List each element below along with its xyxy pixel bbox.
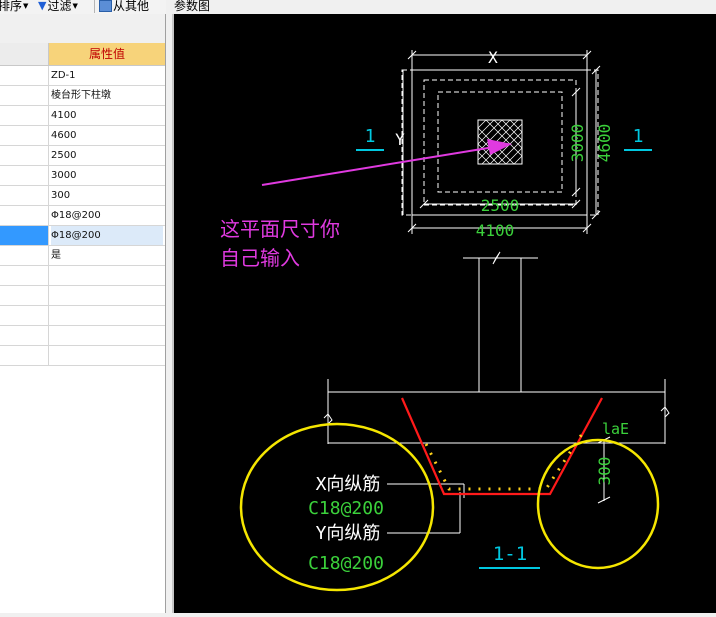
parameter-drawing-canvas: X Y 2500 4100 3000 4600 1 1 这平面尺寸你 自己输入	[172, 14, 716, 613]
property-value-cell[interactable]: 4600	[51, 126, 163, 145]
property-row[interactable]: 2500	[0, 146, 165, 166]
property-value-cell[interactable]: Φ18@200	[51, 206, 163, 225]
property-name-cell[interactable]	[0, 326, 49, 345]
property-name-cell[interactable]	[0, 306, 49, 325]
property-name-cell[interactable]	[0, 106, 49, 125]
property-grid-header: 属性值	[0, 43, 165, 66]
property-row[interactable]	[0, 286, 165, 306]
annotation-arrow	[261, 139, 512, 186]
property-value-cell[interactable]	[51, 326, 163, 345]
rebar-x-label: X向纵筋	[316, 474, 381, 495]
property-value-column-header[interactable]: 属性值	[49, 43, 165, 65]
property-value-cell[interactable]: 是	[51, 246, 163, 265]
dim-y-text: Y	[395, 130, 405, 149]
property-value-cell[interactable]: 棱台形下柱墩	[51, 86, 163, 105]
section-mark-left-text: 1	[365, 126, 376, 147]
section-title-text: 1-1	[493, 543, 527, 565]
property-row[interactable]: 3000	[0, 166, 165, 186]
property-row[interactable]: Φ18@200	[0, 226, 165, 246]
property-row[interactable]	[0, 346, 165, 366]
property-pane-blank-area	[0, 14, 165, 44]
property-row[interactable]: 棱台形下柱墩	[0, 86, 165, 106]
property-name-cell[interactable]	[0, 166, 49, 185]
property-name-cell[interactable]	[0, 246, 49, 265]
chevron-down-icon: ▼	[72, 1, 78, 10]
filter-dropdown-button[interactable]: ▼ 过滤 ▼	[38, 0, 78, 14]
column-section	[478, 257, 522, 393]
property-row[interactable]	[0, 326, 165, 346]
rebar-y-label: Y向纵筋	[316, 523, 381, 544]
property-value-cell[interactable]: ZD-1	[51, 66, 163, 85]
property-row[interactable]	[0, 266, 165, 286]
property-name-column-header[interactable]	[0, 43, 49, 65]
chevron-down-icon: ▼	[23, 1, 29, 10]
property-name-cell[interactable]	[0, 226, 49, 245]
property-row[interactable]: 4600	[0, 126, 165, 146]
section-mark-right-text: 1	[633, 126, 644, 147]
dim-4600-text: 4600	[595, 124, 614, 163]
filter-icon: ▼	[38, 0, 47, 12]
filter-label: 过滤	[47, 0, 72, 13]
dim-x-text: X	[488, 48, 498, 67]
property-value-cell[interactable]	[51, 286, 163, 305]
lae-label: laE	[602, 420, 629, 438]
note-line2: 自己输入	[220, 246, 300, 270]
sort-label: 排序	[0, 0, 23, 13]
note-line1: 这平面尺寸你	[220, 217, 340, 241]
cad-drawing: X Y 2500 4100 3000 4600 1 1 这平面尺寸你 自己输入	[220, 48, 670, 592]
property-row[interactable]: 300	[0, 186, 165, 206]
property-value-cell[interactable]: 2500	[51, 146, 163, 165]
from-other-button[interactable]: 从其他	[99, 0, 149, 14]
toolbar-separator	[94, 0, 95, 13]
sort-dropdown-button[interactable]: 排序 ▼	[0, 0, 28, 14]
property-value-cell[interactable]: 3000	[51, 166, 163, 185]
property-pane: 属性值 ZD-1 棱台形下柱墩 4100 4600 2500 3000 300 Φ18@200…	[0, 14, 166, 613]
property-row[interactable]: 是	[0, 246, 165, 266]
property-row[interactable]: ZD-1	[0, 66, 165, 86]
dim-4100-text: 4100	[476, 221, 515, 240]
property-value-cell[interactable]: 4100	[51, 106, 163, 125]
property-name-cell[interactable]	[0, 186, 49, 205]
property-value-cell[interactable]	[51, 266, 163, 285]
panel-title: 参数图	[166, 0, 716, 14]
property-name-cell[interactable]	[0, 126, 49, 145]
property-value-cell[interactable]: 300	[51, 186, 163, 205]
dim-2500-text: 2500	[481, 196, 520, 215]
property-name-cell[interactable]	[0, 286, 49, 305]
property-row[interactable]: Φ18@200	[0, 206, 165, 226]
top-toolbar: 排序 ▼ ▼ 过滤 ▼ 从其他	[0, 0, 170, 14]
copy-from-icon	[99, 0, 112, 12]
property-name-cell[interactable]	[0, 346, 49, 365]
property-row[interactable]: 4100	[0, 106, 165, 126]
property-value-cell[interactable]	[51, 306, 163, 325]
rebar-y-value: C18@200	[308, 553, 384, 574]
property-name-cell[interactable]	[0, 206, 49, 225]
property-grid-body: ZD-1 棱台形下柱墩 4100 4600 2500 3000 300 Φ18@200 Φ18@…	[0, 66, 165, 366]
property-value-cell[interactable]: Φ18@200	[51, 226, 163, 245]
property-row[interactable]	[0, 306, 165, 326]
dim-300-text: 300	[595, 457, 614, 486]
property-name-cell[interactable]	[0, 86, 49, 105]
property-name-cell[interactable]	[0, 266, 49, 285]
from-other-label: 从其他	[113, 0, 150, 13]
property-name-cell[interactable]	[0, 66, 49, 85]
dim-3000-text: 3000	[568, 124, 587, 163]
property-value-cell[interactable]	[51, 346, 163, 365]
rebar-x-value: C18@200	[308, 498, 384, 519]
property-name-cell[interactable]	[0, 146, 49, 165]
